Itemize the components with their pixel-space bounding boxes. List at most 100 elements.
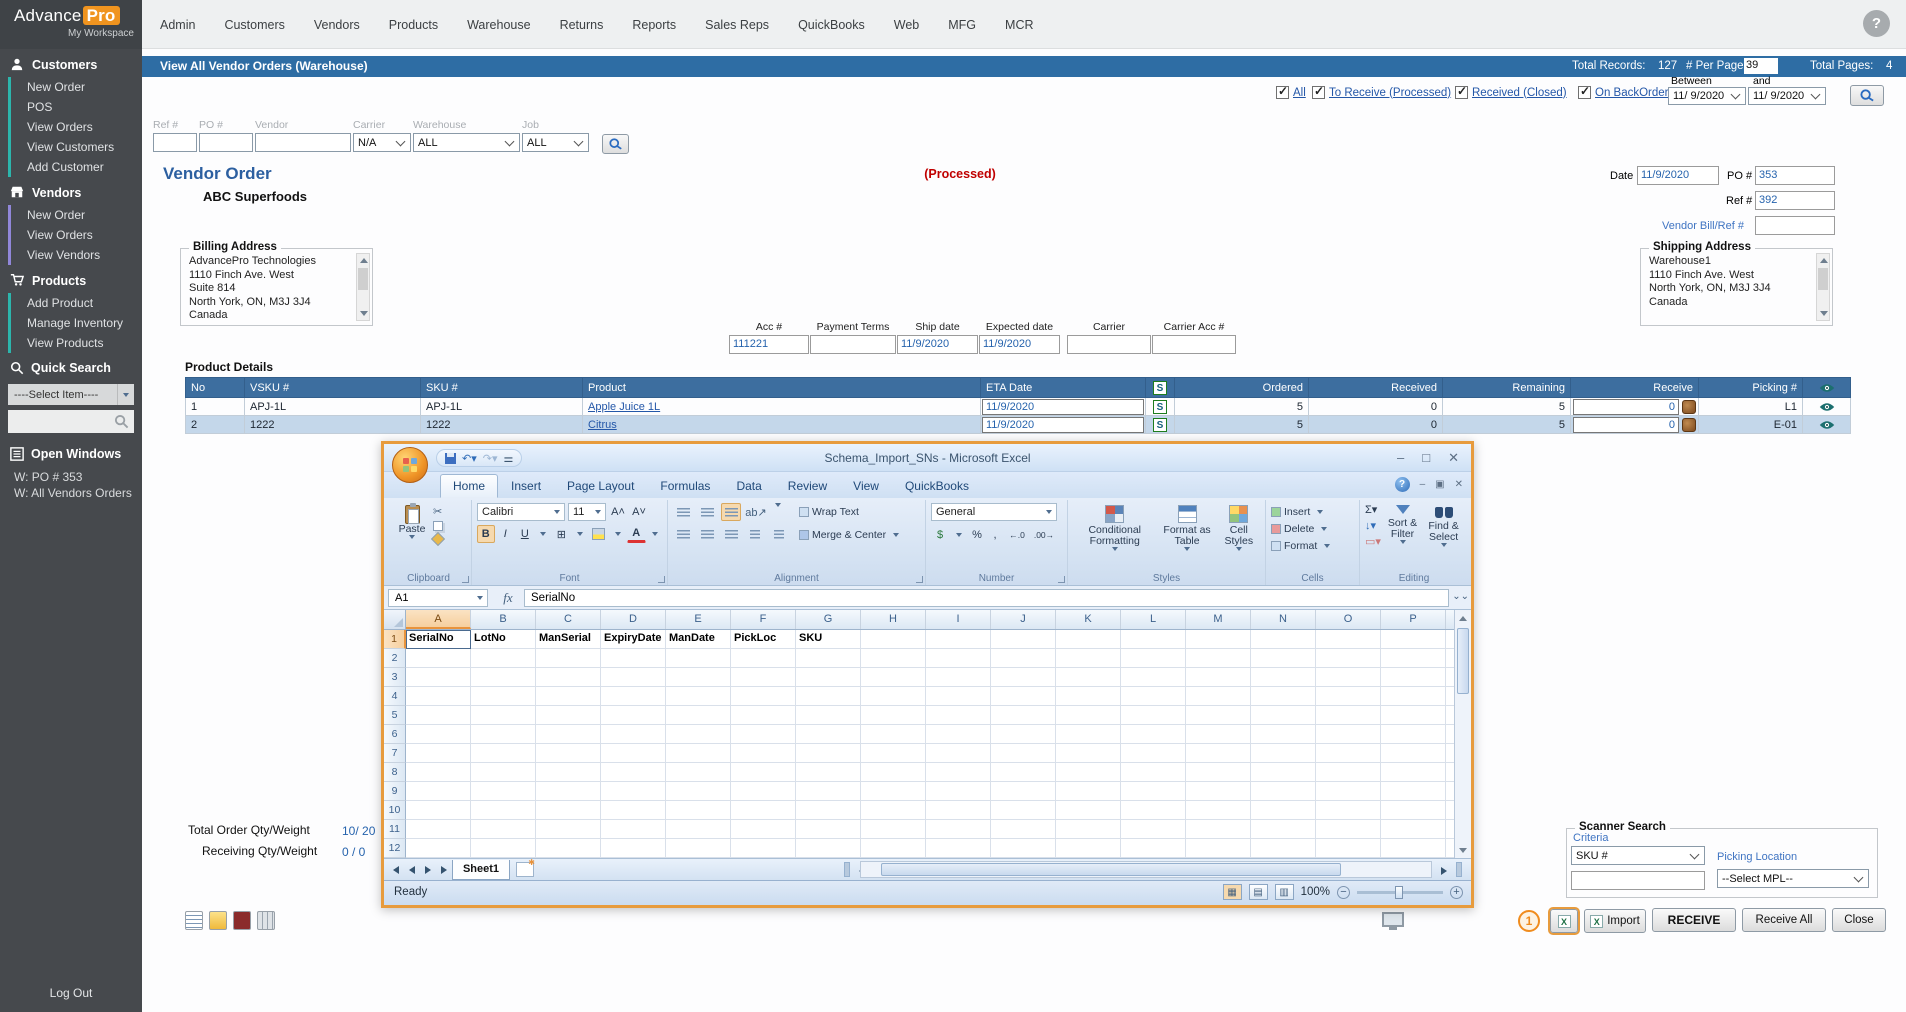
cell-B6[interactable] bbox=[471, 725, 536, 744]
col-header-received[interactable]: Received bbox=[1309, 378, 1443, 398]
cell-N3[interactable] bbox=[1251, 668, 1316, 687]
cell-D3[interactable] bbox=[601, 668, 666, 687]
eye-icon[interactable] bbox=[1803, 420, 1850, 430]
cell-K9[interactable] bbox=[1056, 782, 1121, 801]
cell-O9[interactable] bbox=[1316, 782, 1381, 801]
quick-search-input[interactable] bbox=[8, 410, 134, 433]
cell-L10[interactable] bbox=[1121, 801, 1186, 820]
maximize-icon[interactable]: □ bbox=[1422, 450, 1430, 466]
cell-B1[interactable]: LotNo bbox=[471, 630, 536, 649]
cell-L2[interactable] bbox=[1121, 649, 1186, 668]
cell-C5[interactable] bbox=[536, 706, 601, 725]
cell-J11[interactable] bbox=[991, 820, 1056, 839]
cell-J9[interactable] bbox=[991, 782, 1056, 801]
cell-D2[interactable] bbox=[601, 649, 666, 668]
filter-all[interactable]: All bbox=[1276, 86, 1306, 99]
cell-E10[interactable] bbox=[666, 801, 731, 820]
cell-C8[interactable] bbox=[536, 763, 601, 782]
cell-D9[interactable] bbox=[601, 782, 666, 801]
cell-P4[interactable] bbox=[1381, 687, 1446, 706]
cell-F10[interactable] bbox=[731, 801, 796, 820]
quick-search-select[interactable]: ----Select Item---- bbox=[8, 384, 134, 405]
zoom-slider-thumb[interactable] bbox=[1395, 886, 1403, 899]
scanner-input[interactable] bbox=[1571, 871, 1705, 890]
decrease-decimal-button[interactable]: .00→ bbox=[1032, 526, 1056, 543]
ref-input[interactable] bbox=[153, 133, 197, 152]
ship-date-field[interactable]: 11/9/2020 bbox=[897, 335, 978, 354]
product-row-2[interactable]: 212221222Citrus11/9/2020S5050E-01 bbox=[186, 416, 1851, 434]
cell-K1[interactable] bbox=[1056, 630, 1121, 649]
cell-A3[interactable] bbox=[406, 668, 471, 687]
increase-decimal-button[interactable]: ←.0 bbox=[1005, 526, 1029, 543]
cell-C2[interactable] bbox=[536, 649, 601, 668]
cell-N2[interactable] bbox=[1251, 649, 1316, 668]
normal-view-icon[interactable]: ▦ bbox=[1223, 884, 1242, 900]
cell-O5[interactable] bbox=[1316, 706, 1381, 725]
wrap-text-button[interactable]: Wrap Text bbox=[799, 503, 903, 520]
col-header-receive[interactable]: Receive bbox=[1571, 378, 1699, 398]
carrier-select[interactable]: N/A bbox=[353, 133, 411, 152]
import-button[interactable]: XImport bbox=[1584, 909, 1646, 933]
row-header-8[interactable]: 8 bbox=[384, 763, 406, 782]
lot-icon[interactable] bbox=[1682, 418, 1696, 432]
percent-button[interactable]: % bbox=[969, 526, 985, 543]
cell-E6[interactable] bbox=[666, 725, 731, 744]
cell-H4[interactable] bbox=[861, 687, 926, 706]
number-dialog-launcher[interactable] bbox=[1058, 576, 1065, 583]
align-top-button[interactable] bbox=[673, 503, 693, 521]
cell-E8[interactable] bbox=[666, 763, 731, 782]
cell-F8[interactable] bbox=[731, 763, 796, 782]
format-as-table-button[interactable]: Format as Table bbox=[1157, 503, 1218, 553]
italic-button[interactable]: I bbox=[497, 525, 515, 543]
sidebar-item-customers-pos[interactable]: POS bbox=[8, 97, 142, 117]
bold-button[interactable]: B bbox=[477, 525, 495, 543]
cell-E5[interactable] bbox=[666, 706, 731, 725]
close-icon[interactable]: ✕ bbox=[1448, 450, 1459, 466]
cell-M5[interactable] bbox=[1186, 706, 1251, 725]
cell-M2[interactable] bbox=[1186, 649, 1251, 668]
cell-I7[interactable] bbox=[926, 744, 991, 763]
cell-G4[interactable] bbox=[796, 687, 861, 706]
col-header-M[interactable]: M bbox=[1186, 610, 1251, 629]
cell-C11[interactable] bbox=[536, 820, 601, 839]
cell-M3[interactable] bbox=[1186, 668, 1251, 687]
cell-I10[interactable] bbox=[926, 801, 991, 820]
cell-N7[interactable] bbox=[1251, 744, 1316, 763]
autosum-button[interactable]: Σ▾ bbox=[1365, 503, 1381, 516]
row-header-10[interactable]: 10 bbox=[384, 801, 406, 820]
cell-M4[interactable] bbox=[1186, 687, 1251, 706]
logout-button[interactable]: Log Out bbox=[0, 986, 142, 1000]
cell-F6[interactable] bbox=[731, 725, 796, 744]
cell-styles-button[interactable]: Cell Styles bbox=[1218, 503, 1260, 553]
sidebar-item-products-add-product[interactable]: Add Product bbox=[8, 293, 142, 313]
serial-icon[interactable]: S bbox=[1153, 418, 1167, 432]
cell-C3[interactable] bbox=[536, 668, 601, 687]
cell-G8[interactable] bbox=[796, 763, 861, 782]
font-color-button[interactable]: A bbox=[627, 525, 646, 543]
col-header-s[interactable]: S bbox=[1146, 378, 1175, 398]
clipboard-dialog-launcher[interactable] bbox=[462, 576, 469, 583]
excel-help-icon[interactable]: ? bbox=[1395, 477, 1410, 492]
cell-H3[interactable] bbox=[861, 668, 926, 687]
cell-F5[interactable] bbox=[731, 706, 796, 725]
cell-K5[interactable] bbox=[1056, 706, 1121, 725]
conditional-formatting-button[interactable]: Conditional Formatting bbox=[1073, 503, 1157, 553]
sidebar-item-vendors-new-order[interactable]: New Order bbox=[8, 205, 142, 225]
cell-A2[interactable] bbox=[406, 649, 471, 668]
format-cells-button[interactable]: Format bbox=[1271, 537, 1354, 554]
nav-item-customers[interactable]: Customers bbox=[224, 18, 284, 32]
cell-G5[interactable] bbox=[796, 706, 861, 725]
borders-button[interactable]: ⊞ bbox=[552, 525, 571, 543]
next-sheet-icon[interactable] bbox=[420, 862, 435, 877]
pdf-icon[interactable] bbox=[233, 911, 251, 930]
col-header-A[interactable]: A bbox=[406, 610, 471, 629]
col-header-F[interactable]: F bbox=[731, 610, 796, 629]
nav-item-returns[interactable]: Returns bbox=[560, 18, 604, 32]
cell-O7[interactable] bbox=[1316, 744, 1381, 763]
cell-D4[interactable] bbox=[601, 687, 666, 706]
cell-O12[interactable] bbox=[1316, 839, 1381, 858]
undo-icon[interactable]: ↶▾ bbox=[462, 452, 477, 465]
cell-B8[interactable] bbox=[471, 763, 536, 782]
cell-C7[interactable] bbox=[536, 744, 601, 763]
cell-D8[interactable] bbox=[601, 763, 666, 782]
